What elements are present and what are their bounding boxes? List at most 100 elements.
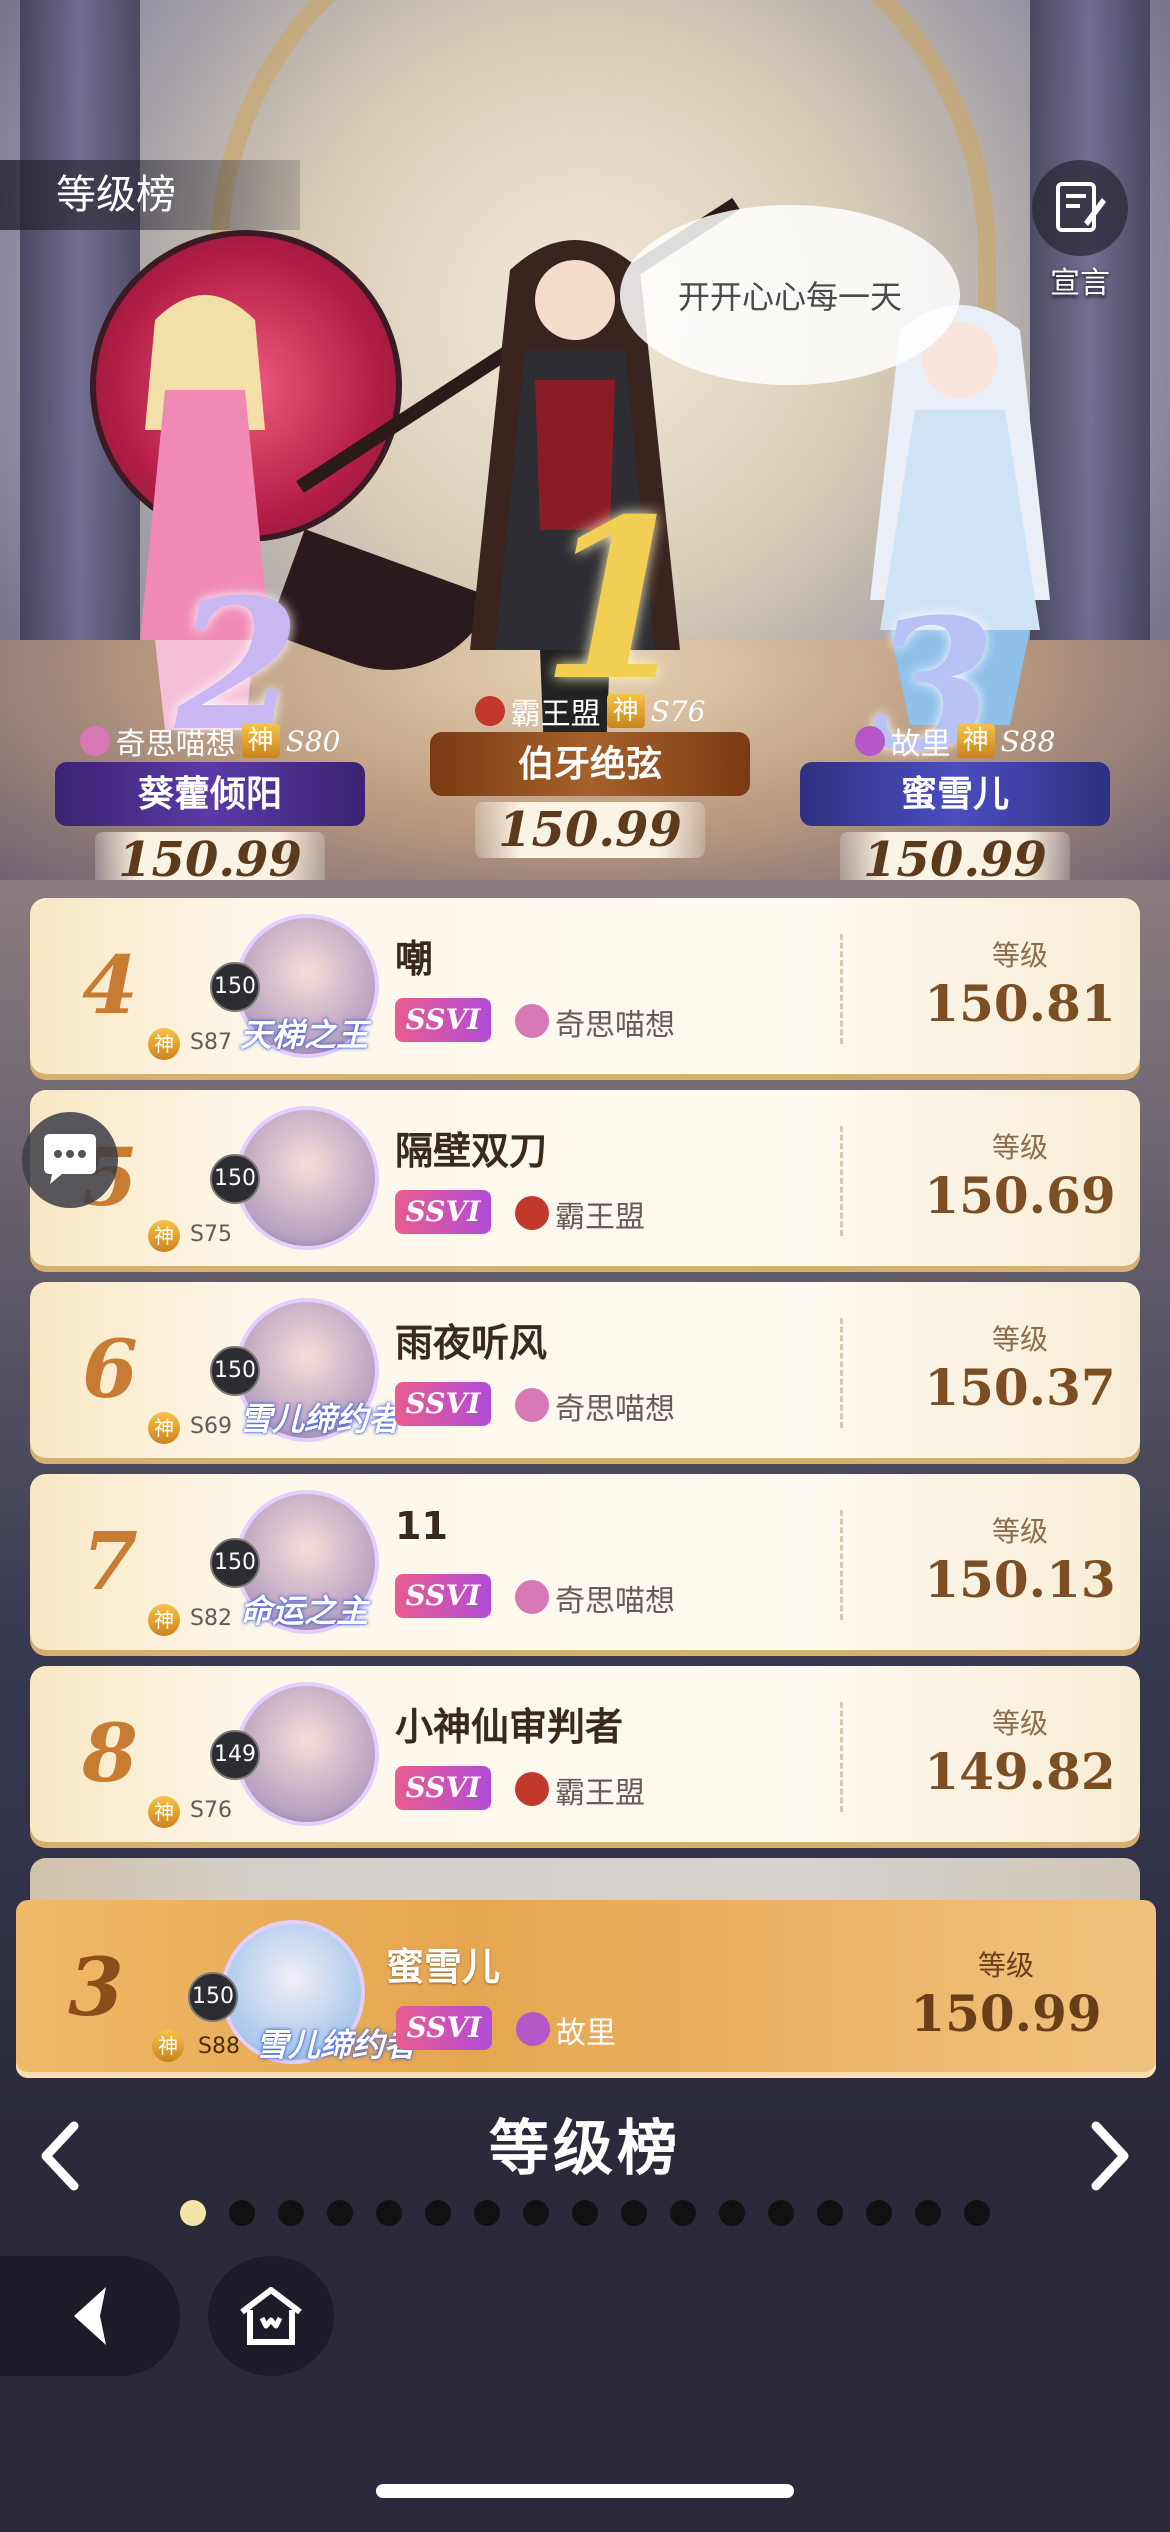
tier-badge: 神 (148, 1604, 180, 1636)
page-dot[interactable] (425, 2200, 451, 2226)
ranking-row[interactable]: 4 150 神 S87 天梯之王 嘲 SSVI 奇思喵想 等级 150.81 (30, 898, 1140, 1074)
page-dot[interactable] (719, 2200, 745, 2226)
season-label: S76 (190, 1798, 232, 1823)
season-label: S88 (198, 2034, 240, 2059)
season-label: S87 (190, 1030, 232, 1055)
podium-score: 150.99 (475, 802, 705, 858)
row-divider (840, 934, 843, 1044)
page-dot[interactable] (327, 2200, 353, 2226)
player-name: 雨夜听风 (395, 1321, 548, 1365)
back-arrow-icon (74, 2287, 106, 2345)
tier-badge: 神 (956, 724, 995, 758)
level-value: 150.37 (924, 1358, 1116, 1417)
player-name: 11 (395, 1504, 448, 1548)
podium-rank-2[interactable]: 奇思喵想 神 S80 葵藿倾阳 150.99 (55, 720, 365, 888)
my-ranking-row[interactable]: 3 150 神 S88 雪儿缔约者 蜜雪儿 SSVI 故里 等级 150.99 (16, 1900, 1156, 2078)
tier-badge: 神 (241, 724, 280, 758)
ranking-row[interactable]: 6 150 神 S69 雪儿缔约者 雨夜听风 SSVI 奇思喵想 等级 150.… (30, 1282, 1140, 1458)
pager-title: 等级榜 (489, 2114, 681, 2184)
page-dot[interactable] (376, 2200, 402, 2226)
my-level-value: 150.99 (910, 1984, 1102, 2043)
page-dot[interactable] (180, 2200, 206, 2226)
declare-label: 宣言 (1050, 266, 1110, 301)
home-icon (240, 2287, 302, 2345)
page-dot[interactable] (523, 2200, 549, 2226)
podium-rank-3[interactable]: 故里 神 S88 蜜雪儿 150.99 (800, 720, 1110, 888)
row-rank: 6 (82, 1322, 138, 1416)
page-dot[interactable] (572, 2200, 598, 2226)
my-name: 蜜雪儿 (386, 1945, 501, 1989)
page-dot[interactable] (915, 2200, 941, 2226)
page-dot[interactable] (768, 2200, 794, 2226)
guild-name: 奇思喵想 (555, 1008, 675, 1043)
row-divider (840, 1510, 843, 1620)
podium-guild-line: 奇思喵想 神 S80 (55, 720, 365, 762)
row-rank: 7 (82, 1514, 138, 1608)
player-name: 嘲 (395, 937, 434, 981)
podium-player-name: 伯牙绝弦 (430, 732, 750, 796)
avatar-frame-title: 命运之主 (240, 1592, 369, 1630)
avatar-level-badge: 150 (210, 962, 260, 1012)
guild-emblem-icon (516, 2012, 550, 2046)
declare-button[interactable]: 宣言 (1030, 160, 1130, 302)
page-dot[interactable] (278, 2200, 304, 2226)
level-label: 等级 (977, 1949, 1034, 1982)
page-dot[interactable] (964, 2200, 990, 2226)
page-dot[interactable] (621, 2200, 647, 2226)
avatar-frame-title: 雪儿缔约者 (256, 2026, 417, 2064)
tier-badge: 神 (606, 694, 645, 728)
tier-badge: 神 (148, 1796, 180, 1828)
podium-rank-1[interactable]: 霸王盟 神 S76 伯牙绝弦 150.99 (430, 690, 750, 858)
ssvi-badge: SSVI (395, 1766, 491, 1810)
guild-name: 奇思喵想 (555, 1584, 675, 1619)
page-dot[interactable] (229, 2200, 255, 2226)
guild-name: 霸王盟 (555, 1200, 645, 1235)
avatar-level-badge: 150 (210, 1346, 260, 1396)
row-divider (840, 1126, 843, 1236)
speech-bubble: 开开心心每一天 (620, 205, 960, 385)
guild-emblem-icon (515, 1004, 549, 1038)
leaderboard-pager: 等级榜 (0, 2090, 1170, 2230)
page-dot[interactable] (670, 2200, 696, 2226)
level-label: 等级 (991, 1515, 1048, 1548)
home-button[interactable] (208, 2256, 334, 2376)
level-value: 149.82 (924, 1742, 1116, 1801)
season-label: S76 (650, 694, 706, 728)
level-label: 等级 (991, 1323, 1048, 1356)
ssvi-badge: SSVI (395, 1574, 491, 1618)
avatar-level-badge: 150 (188, 1972, 238, 2022)
tier-badge: 神 (152, 2030, 184, 2062)
guild-emblem-icon (515, 1388, 549, 1422)
ranking-row[interactable]: 8 149 神 S76 小神仙审判者 SSVI 霸王盟 等级 149.82 (30, 1666, 1140, 1842)
my-guild-name: 故里 (556, 2016, 616, 2051)
page-dot[interactable] (866, 2200, 892, 2226)
tier-badge: 神 (148, 1412, 180, 1444)
season-label: S69 (190, 1414, 232, 1439)
level-value: 150.13 (924, 1550, 1116, 1609)
tier-badge: 神 (148, 1028, 180, 1060)
back-button[interactable] (0, 2256, 180, 2376)
player-name: 小神仙审判者 (395, 1705, 624, 1749)
row-divider (840, 1702, 843, 1812)
ranking-row[interactable]: 5 150 神 S75 隔壁双刀 SSVI 霸王盟 等级 150.69 (30, 1090, 1140, 1266)
avatar-level-badge: 149 (210, 1730, 260, 1780)
chat-button[interactable] (22, 1112, 118, 1208)
podium-guild-name: 霸王盟 (510, 697, 601, 732)
ssvi-badge: SSVI (396, 2006, 492, 2050)
guild-name: 霸王盟 (555, 1776, 645, 1811)
row-rank: 4 (82, 938, 138, 1032)
podium-guild-line: 故里 神 S88 (800, 720, 1110, 762)
ssvi-badge: SSVI (395, 998, 491, 1042)
chevron-right-icon[interactable] (1080, 2116, 1140, 2213)
home-indicator[interactable] (376, 2484, 794, 2498)
page-dot[interactable] (817, 2200, 843, 2226)
ranking-row[interactable]: 7 150 神 S82 命运之主 11 SSVI 奇思喵想 等级 150.13 (30, 1474, 1140, 1650)
ssvi-badge: SSVI (395, 1382, 491, 1426)
avatar-frame-title: 雪儿缔约者 (240, 1400, 401, 1438)
season-label: S75 (190, 1222, 232, 1247)
row-rank: 8 (82, 1706, 138, 1800)
avatar-level-badge: 150 (210, 1538, 260, 1588)
page-dot[interactable] (474, 2200, 500, 2226)
my-rank: 3 (68, 1940, 124, 2034)
podium-player-name: 蜜雪儿 (800, 762, 1110, 826)
